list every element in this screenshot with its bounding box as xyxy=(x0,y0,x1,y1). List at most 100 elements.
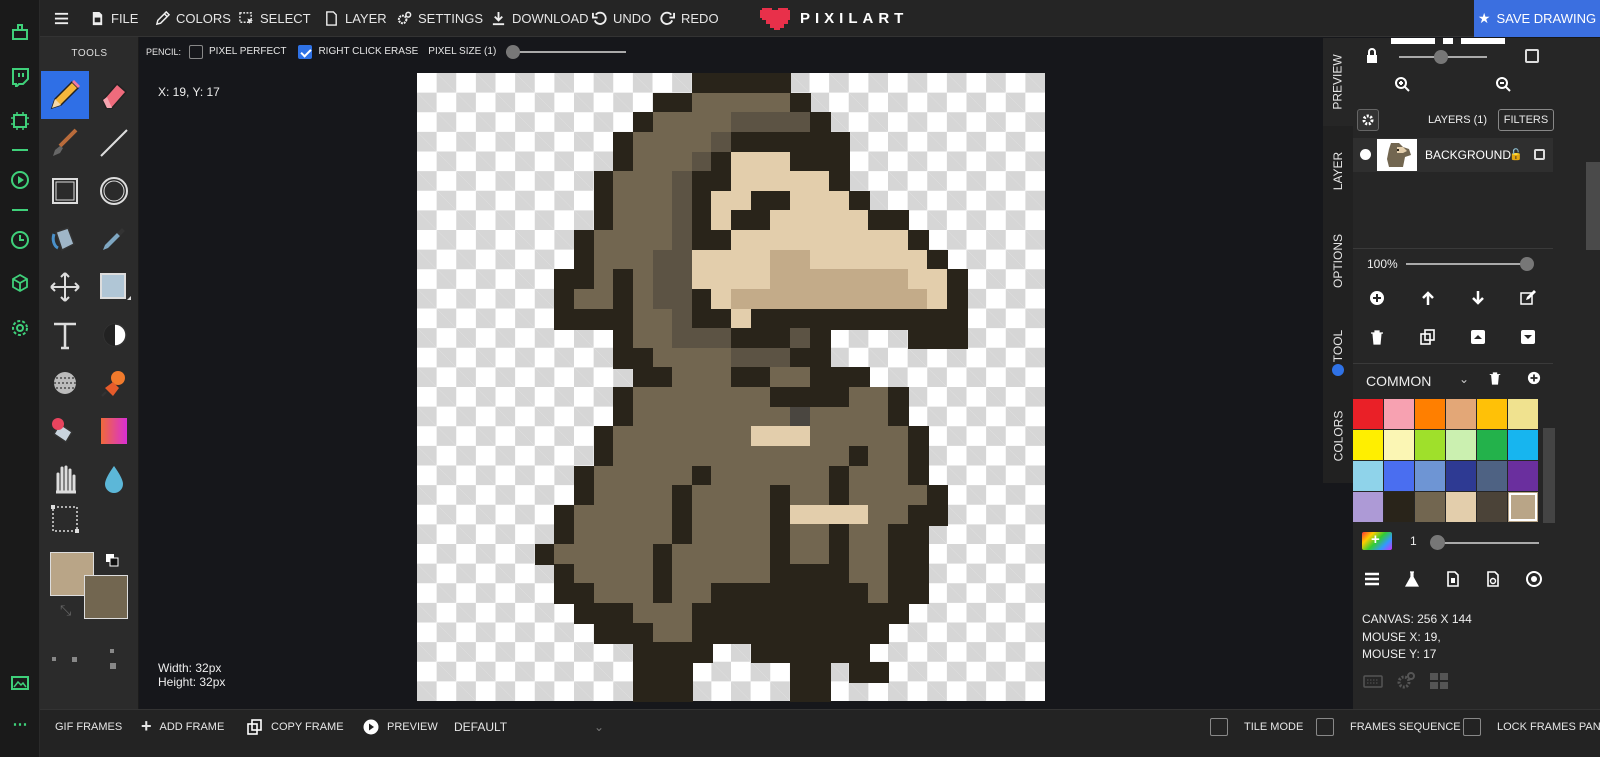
grid-layout-icon[interactable] xyxy=(1429,671,1448,689)
undo-button[interactable]: UNDO xyxy=(592,0,651,37)
dither-tool[interactable] xyxy=(41,359,89,407)
palette-swatch[interactable] xyxy=(1477,492,1507,522)
brush-size-slider[interactable] xyxy=(1434,542,1539,544)
download-menu[interactable]: DOWNLOAD xyxy=(491,0,589,37)
layer-opacity-knob[interactable] xyxy=(1520,257,1534,271)
resize-arrows-icon[interactable]: ⤡ xyxy=(60,602,76,618)
merge-down-icon[interactable] xyxy=(1519,329,1537,347)
colors-menu[interactable]: COLORS xyxy=(155,0,231,37)
brush-icon[interactable] xyxy=(10,22,30,42)
layer-select-checkbox[interactable] xyxy=(1534,149,1545,160)
palette-scrollbar[interactable] xyxy=(1543,428,1555,523)
eyedropper-tool[interactable] xyxy=(90,215,138,263)
palette-swatch[interactable] xyxy=(1384,399,1414,429)
zoom-out-icon[interactable] xyxy=(1494,76,1512,94)
shape-tool[interactable] xyxy=(90,263,138,311)
gear-icon[interactable] xyxy=(10,318,30,338)
palette-swatch[interactable] xyxy=(1446,461,1476,491)
add-color-button[interactable]: + xyxy=(1362,531,1392,550)
eraser-tool[interactable] xyxy=(90,71,138,119)
pencil-tool[interactable] xyxy=(41,71,89,119)
keyboard-icon[interactable] xyxy=(1363,673,1383,691)
twitch-icon[interactable] xyxy=(10,67,30,90)
preview-zoom-knob[interactable] xyxy=(1434,50,1448,64)
tab-options[interactable]: OPTIONS xyxy=(1323,216,1353,306)
palette-swatch[interactable] xyxy=(1477,399,1507,429)
palette-swatch[interactable] xyxy=(1477,430,1507,460)
delete-layer-icon[interactable] xyxy=(1368,329,1386,347)
palette-swatch[interactable] xyxy=(1415,492,1445,522)
palette-swatch[interactable] xyxy=(1353,461,1383,491)
select-menu[interactable]: SELECT xyxy=(239,0,311,37)
right-click-erase-checkbox[interactable] xyxy=(298,44,313,59)
gallery-icon[interactable] xyxy=(10,673,30,693)
flask-icon[interactable] xyxy=(1403,571,1421,589)
palette-swatch[interactable] xyxy=(1384,461,1414,491)
palette-dropdown-icon[interactable]: ⌄ xyxy=(1459,372,1469,386)
layer-menu[interactable]: LAYER xyxy=(324,0,387,37)
text-tool[interactable] xyxy=(41,311,89,359)
palette-name[interactable]: COMMON xyxy=(1366,373,1431,389)
palette-swatch[interactable] xyxy=(1353,492,1383,522)
palette-swatch[interactable] xyxy=(1353,399,1383,429)
lighten-tool[interactable] xyxy=(90,311,138,359)
brush-size-knob[interactable] xyxy=(1430,535,1445,550)
palette-swatch[interactable] xyxy=(1508,492,1538,522)
line-tool[interactable] xyxy=(90,119,138,167)
palette-swatch[interactable] xyxy=(1508,430,1538,460)
clock-icon[interactable] xyxy=(10,230,30,250)
filters-button[interactable]: FILTERS xyxy=(1498,109,1554,131)
play-icon[interactable] xyxy=(10,170,30,190)
palette-swatch[interactable] xyxy=(1508,461,1538,491)
copy-frame-button[interactable]: COPY FRAME xyxy=(247,710,344,743)
secondary-color-swatch[interactable] xyxy=(84,575,128,619)
settings-menu[interactable]: SETTINGS xyxy=(397,0,483,37)
palette-swatch[interactable] xyxy=(1508,399,1538,429)
lock-frames-panel-checkbox[interactable] xyxy=(1463,717,1481,736)
circle-tool[interactable] xyxy=(90,167,138,215)
more-icon[interactable]: ⋯ xyxy=(10,715,30,735)
layer-visibility-icon[interactable] xyxy=(1360,149,1371,160)
tile-mode-toggle[interactable]: TILE MODE xyxy=(1210,710,1303,743)
move-tool[interactable] xyxy=(41,263,89,311)
code-file-icon[interactable] xyxy=(1484,571,1502,589)
zoom-in-icon[interactable] xyxy=(1393,76,1411,94)
palette-swatch[interactable] xyxy=(1477,461,1507,491)
layer-row-background[interactable]: BACKGROUND 🔓 xyxy=(1353,138,1553,172)
fill-bucket-tool[interactable] xyxy=(41,215,89,263)
right-click-erase-toggle[interactable]: RIGHT CLICK ERASE xyxy=(298,44,418,59)
duplicate-layer-icon[interactable] xyxy=(1419,329,1437,347)
layer-opacity-slider[interactable] xyxy=(1406,263,1530,265)
lock-icon[interactable] xyxy=(1363,48,1381,66)
move-layer-down-icon[interactable] xyxy=(1469,290,1487,308)
tab-colors[interactable]: COLORS xyxy=(1323,386,1353,486)
brush-shape-dots[interactable] xyxy=(50,649,130,679)
palette-swatch[interactable] xyxy=(1446,399,1476,429)
hamburger-menu-button[interactable] xyxy=(54,0,69,37)
document-icon[interactable] xyxy=(1444,571,1462,589)
rectangle-tool[interactable] xyxy=(41,167,89,215)
move-layer-up-icon[interactable] xyxy=(1419,290,1437,308)
swap-colors-icon[interactable] xyxy=(104,552,120,568)
pixel-perfect-checkbox[interactable] xyxy=(189,44,204,59)
add-palette-icon[interactable] xyxy=(1525,371,1543,389)
palette-swatch[interactable] xyxy=(1415,430,1445,460)
frames-sequence-toggle[interactable]: FRAMES SEQUENCE xyxy=(1316,710,1461,743)
merge-up-icon[interactable] xyxy=(1469,329,1487,347)
layer-lock-icon[interactable]: 🔓 xyxy=(1509,148,1523,161)
add-frame-button[interactable]: + ADD FRAME xyxy=(141,710,224,743)
chip-icon[interactable] xyxy=(10,111,30,131)
pixilart-logo[interactable]: PIXILART xyxy=(760,0,908,37)
palette-swatch[interactable] xyxy=(1446,430,1476,460)
palette-swatch[interactable] xyxy=(1415,399,1445,429)
preview-frames-button[interactable]: PREVIEW xyxy=(363,710,438,743)
pixel-size-slider[interactable] xyxy=(506,44,627,59)
palette-swatch[interactable] xyxy=(1353,430,1383,460)
pixel-perfect-toggle[interactable]: PIXEL PERFECT xyxy=(189,44,286,59)
palette-swatch[interactable] xyxy=(1384,492,1414,522)
save-drawing-button[interactable]: ★ SAVE DRAWING xyxy=(1474,0,1600,37)
frames-sequence-checkbox[interactable] xyxy=(1316,717,1334,736)
redo-button[interactable]: REDO xyxy=(660,0,719,37)
target-icon[interactable] xyxy=(1525,571,1543,589)
lock-frames-panel-toggle[interactable]: LOCK FRAMES PANEL xyxy=(1463,710,1600,743)
